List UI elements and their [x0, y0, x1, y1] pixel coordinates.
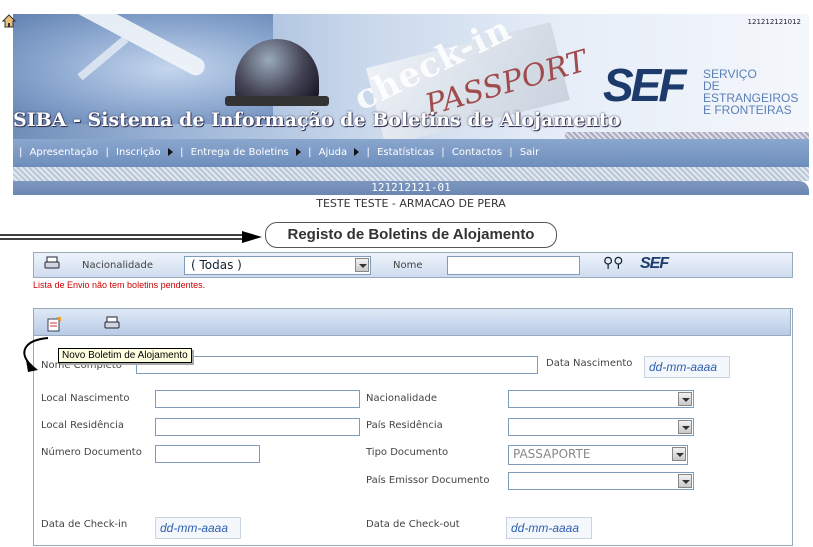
- name-filter-label: Nome: [393, 260, 423, 271]
- residence-country-select[interactable]: [508, 418, 694, 436]
- nationality-filter-value: ( Todas ): [191, 258, 242, 272]
- main-menu: | Apresentação | Inscrição | Entrega de …: [13, 139, 809, 167]
- menu-separator: |: [105, 147, 109, 158]
- document-number-input[interactable]: [155, 445, 260, 463]
- document-number-label: Número Documento: [41, 447, 142, 458]
- document-type-label: Tipo Documento: [366, 447, 449, 458]
- nationality-filter-label: Nacionalidade: [82, 260, 154, 271]
- menu-item-contactos[interactable]: Contactos: [452, 139, 502, 167]
- error-message: Lista de Envio não tem boletins pendente…: [33, 280, 206, 290]
- residence-input[interactable]: [155, 418, 360, 436]
- menu-separator: |: [308, 147, 312, 158]
- binoculars-search-icon[interactable]: ⚲⚲: [603, 255, 624, 271]
- menu-item-estatisticas[interactable]: Estatísticas: [377, 139, 434, 167]
- birth-date-input[interactable]: dd-mm-aaaa: [644, 356, 730, 378]
- sef-name-line-3: E FRONTEIRAS: [703, 103, 792, 117]
- new-document-icon[interactable]: [46, 316, 62, 332]
- residence-label: Local Residência: [41, 420, 124, 431]
- birth-place-label: Local Nascimento: [41, 393, 130, 404]
- menu-item-entrega-boletins[interactable]: Entrega de Boletins: [191, 139, 289, 167]
- full-name-input[interactable]: [136, 356, 538, 374]
- header-banner: check-in PASSPORT 121212121012 SEF SERVI…: [13, 14, 809, 139]
- sef-name-line-2: DE ESTRANGEIROS: [703, 79, 799, 105]
- menu-separator: |: [509, 147, 513, 158]
- chevron-down-icon[interactable]: [672, 447, 686, 461]
- title-strip: [565, 132, 809, 139]
- submenu-arrow-icon: [295, 148, 301, 156]
- checkout-date-input[interactable]: dd-mm-aaaa: [506, 517, 592, 539]
- chevron-down-icon[interactable]: [678, 420, 692, 434]
- form-toolbar: [33, 308, 791, 336]
- reception-bell-base: [225, 96, 329, 106]
- issuing-country-select[interactable]: [508, 472, 694, 490]
- name-filter-input[interactable]: [447, 256, 580, 275]
- sef-logo: SEF: [603, 59, 686, 111]
- birth-date-label: Data Nascimento: [546, 358, 633, 369]
- sef-small-logo: SEF: [640, 255, 669, 272]
- printer-icon[interactable]: [44, 256, 60, 270]
- menu-item-ajuda[interactable]: Ajuda: [319, 139, 347, 167]
- chevron-down-icon[interactable]: [678, 474, 692, 488]
- menu-item-sair[interactable]: Sair: [520, 139, 539, 167]
- menu-item-inscricao[interactable]: Inscrição: [116, 139, 161, 167]
- home-icon[interactable]: [2, 14, 16, 28]
- chevron-down-icon[interactable]: [678, 392, 692, 406]
- checkin-date-label: Data de Check-in: [41, 519, 128, 530]
- chevron-down-icon[interactable]: [355, 258, 369, 272]
- submenu-arrow-icon: [167, 148, 173, 156]
- checkout-date-label: Data de Check-out: [366, 519, 460, 530]
- menu-pattern-strip: [13, 167, 809, 181]
- issuing-country-label: País Emissor Documento: [366, 475, 490, 486]
- printer-icon[interactable]: [104, 316, 120, 330]
- menu-separator: |: [441, 147, 445, 158]
- residence-country-label: País Residência: [366, 420, 443, 431]
- page-title: Registo de Boletins de Alojamento: [265, 222, 557, 248]
- nationality-select[interactable]: [508, 390, 694, 408]
- menu-separator: |: [366, 147, 370, 158]
- nationality-filter-select[interactable]: ( Todas ): [184, 256, 371, 275]
- menu-item-apresentacao[interactable]: Apresentação: [30, 139, 99, 167]
- document-type-value: PASSAPORTE: [513, 447, 591, 461]
- sef-name: SERVIÇO DE ESTRANGEIROS E FRONTEIRAS: [703, 68, 809, 116]
- pointer-arrow-icon: [0, 231, 262, 243]
- banner-id-text: 121212121012: [747, 18, 801, 26]
- establishment-name: TESTE TESTE - ARMACAO DE PERA: [316, 197, 506, 210]
- document-type-select[interactable]: PASSAPORTE: [508, 445, 688, 465]
- birth-place-input[interactable]: [155, 390, 360, 408]
- new-bulletin-tooltip: Novo Boletim de Alojamento: [58, 348, 192, 363]
- submenu-arrow-icon: [354, 148, 360, 156]
- menu-separator: |: [180, 147, 184, 158]
- checkin-date-input[interactable]: dd-mm-aaaa: [155, 517, 241, 539]
- nationality-label: Nacionalidade: [366, 393, 438, 404]
- user-id: 121212121-01: [371, 181, 451, 194]
- menu-separator: |: [19, 147, 23, 158]
- app-title: SIBA - Sistema de Informação de Boletins…: [13, 109, 621, 131]
